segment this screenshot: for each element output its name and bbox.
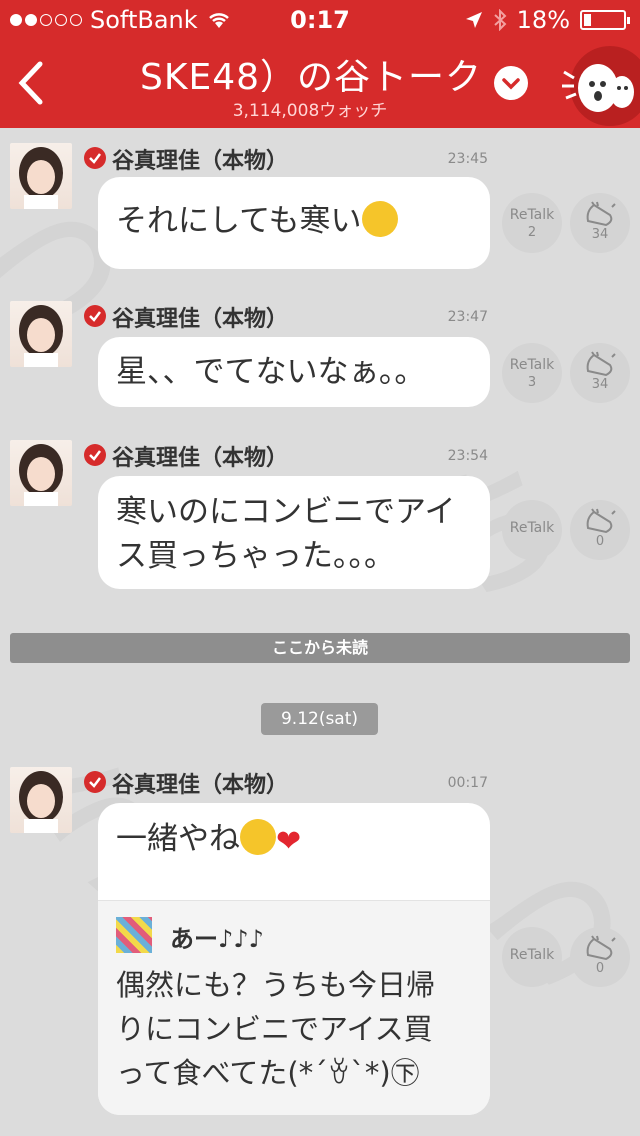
message-time: 23:54 (447, 448, 488, 464)
verified-check-icon (84, 771, 106, 793)
clapping-hands-icon (586, 935, 616, 961)
retalk-button[interactable]: ReTalk (502, 927, 562, 987)
author-name: 谷真理佳（本物） (112, 307, 289, 332)
smiling-face-emoji-icon (240, 819, 276, 855)
battery-icon (580, 10, 630, 30)
battery-percent: 18% (516, 6, 570, 34)
status-bar: SoftBank 0:17 18% (0, 0, 640, 40)
author-name: 谷真理佳（本物） (112, 149, 289, 174)
message-text-line: ス買っちゃった。。。 (116, 538, 395, 574)
unread-divider: ここから未読 (10, 633, 630, 663)
message-time: 23:47 (447, 309, 488, 325)
app-header: SoftBank 0:17 18% SKE48）の谷トーク 3,114,008ウ… (0, 0, 640, 128)
quote-text-line: りにコンビニでアイス買 (116, 1012, 433, 1046)
message-text-line: 寒いのにコンビニでアイ (116, 494, 456, 530)
verified-check-icon (84, 305, 106, 327)
battery-level (584, 14, 591, 26)
clapping-hands-icon (586, 201, 616, 227)
author-name: 谷真理佳（本物） (112, 446, 289, 471)
sad-face-emoji-icon (361, 201, 398, 237)
message-text: 一緒やね (116, 821, 240, 857)
retalk-count: 3 (527, 375, 537, 390)
retalk-label: ReTalk (509, 207, 555, 223)
retalk-count: 2 (527, 225, 537, 240)
quote-text-line: って食べてた(*´ꈊ`*)㊦ (116, 1056, 420, 1090)
clap-button[interactable]: 0 (570, 500, 630, 560)
retalk-label: ReTalk (509, 947, 555, 963)
retalk-button[interactable]: ReTalk 2 (502, 193, 562, 253)
retalk-button[interactable]: ReTalk 3 (502, 343, 562, 403)
message-bubble[interactable]: それにしても寒い (98, 177, 490, 269)
location-arrow-icon (465, 12, 482, 28)
clapping-hands-icon (586, 351, 616, 377)
author-name: 谷真理佳（本物） (112, 773, 289, 798)
message-text-wrap: 一緒やね ❤ (116, 817, 301, 864)
clap-button[interactable]: 34 (570, 193, 630, 253)
avatar[interactable] (10, 301, 72, 367)
quoted-message[interactable]: あー♪♪♪ 偶然にも？うちも今日帰 りにコンビニでアイス買 って食べてた(*´ꈊ… (98, 900, 490, 1115)
chevron-down-icon (502, 78, 520, 90)
mascot-icon[interactable] (556, 42, 640, 128)
bluetooth-icon (493, 9, 507, 31)
retalk-button[interactable]: ReTalk (502, 500, 562, 560)
message-bubble[interactable]: 星、、でてないなぁ。。 (98, 337, 490, 407)
message-text: それにしても寒い (116, 203, 362, 239)
clap-count: 0 (595, 534, 605, 549)
talk-title: SKE48）の谷トーク (140, 57, 480, 92)
quote-text: 偶然にも？うちも今日帰 りにコンビニでアイス買 って食べてた(*´ꈊ`*)㊦ (116, 963, 476, 1095)
reply-bubble[interactable]: 一緒やね ❤ あー♪♪♪ 偶然にも？うちも今日帰 りにコンビニでアイス買 って食べ… (98, 803, 490, 1115)
dropdown-button[interactable] (494, 66, 528, 100)
message-text: 星、、でてないなぁ。。 (116, 354, 426, 390)
quote-text-line: 偶然にも？うちも今日帰 (116, 968, 436, 1002)
message-bubble[interactable]: 寒いのにコンビニでアイ ス買っちゃった。。。 (98, 476, 490, 589)
date-divider: 9.12(sat) (261, 703, 378, 735)
clap-count: 0 (595, 961, 605, 976)
retalk-label: ReTalk (509, 357, 555, 373)
message-time: 00:17 (447, 775, 488, 791)
retalk-label: ReTalk (509, 520, 555, 536)
verified-check-icon (84, 147, 106, 169)
clap-button[interactable]: 0 (570, 927, 630, 987)
watch-count: 3,114,008ウォッチ (232, 101, 388, 121)
avatar[interactable] (10, 440, 72, 506)
clap-button[interactable]: 34 (570, 343, 630, 403)
quote-author: あー♪♪♪ (170, 925, 264, 953)
message-time: 23:45 (447, 151, 488, 167)
heart-emoji-icon: ❤ (276, 824, 302, 859)
quote-avatar (116, 917, 152, 953)
clapping-hands-icon (586, 508, 616, 534)
verified-check-icon (84, 444, 106, 466)
clap-count: 34 (591, 227, 609, 242)
clap-count: 34 (591, 377, 609, 392)
back-chevron-icon[interactable] (12, 58, 52, 108)
avatar[interactable] (10, 143, 72, 209)
avatar[interactable] (10, 767, 72, 833)
